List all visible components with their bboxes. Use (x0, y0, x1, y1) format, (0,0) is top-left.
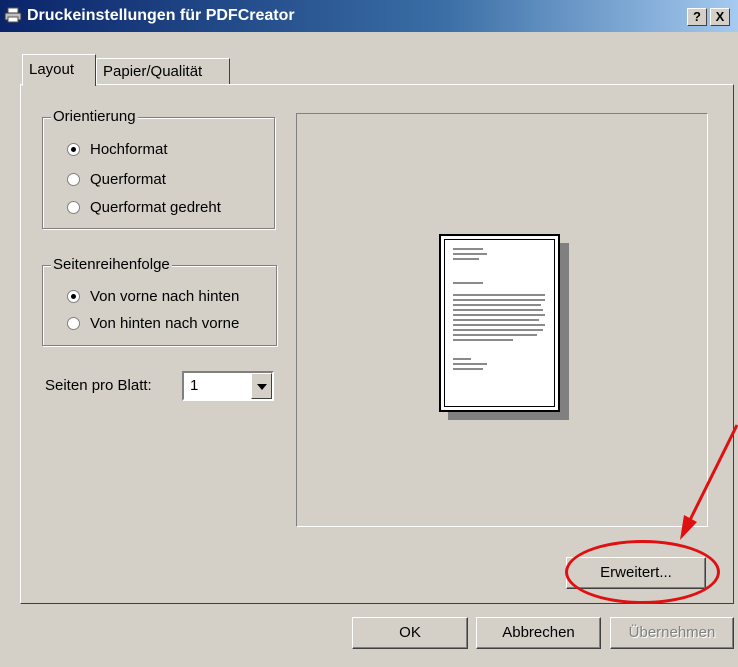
preview-text-line (453, 309, 543, 311)
radio-portrait-indicator (67, 143, 80, 156)
tab-paper-quality-label: Papier/Qualität (103, 63, 203, 80)
page-order-group: Seitenreihenfolge (42, 256, 277, 346)
preview-text-line (453, 294, 545, 296)
pages-per-sheet-value: 1 (190, 377, 199, 394)
preview-text-line (453, 258, 479, 260)
printer-icon (4, 7, 22, 23)
ok-button[interactable]: OK (352, 617, 468, 649)
radio-back-to-front-label: Von hinten nach vorne (90, 315, 240, 332)
tab-layout[interactable]: Layout (22, 54, 96, 86)
radio-landscape-rotated-indicator (67, 201, 80, 214)
preview-text-line (453, 314, 545, 316)
preview-text-line (453, 253, 487, 255)
preview-text-line (453, 319, 539, 321)
preview-page-content (444, 239, 555, 407)
annotation-ellipse (565, 540, 720, 604)
chevron-down-icon[interactable] (251, 373, 272, 399)
window-title: Druckeinstellungen für PDFCreator (27, 7, 295, 24)
preview-text-line (453, 299, 545, 301)
preview-text-line (453, 282, 483, 284)
preview-page (439, 234, 560, 412)
apply-button[interactable]: Übernehmen (610, 617, 734, 649)
pages-per-sheet-select[interactable]: 1 (182, 371, 274, 401)
preview-text-line (453, 339, 513, 341)
preview-text-line (453, 248, 483, 250)
page-order-group-title: Seitenreihenfolge (51, 256, 172, 273)
orientation-group-title: Orientierung (51, 108, 138, 125)
title-bar[interactable]: Druckeinstellungen für PDFCreator ? X (0, 0, 738, 32)
help-button[interactable]: ? (687, 8, 707, 26)
tab-paper-quality[interactable]: Papier/Qualität (96, 58, 230, 84)
radio-front-to-back-label: Von vorne nach hinten (90, 288, 240, 305)
preview-text-line (453, 329, 543, 331)
tab-layout-label: Layout (29, 61, 75, 78)
preview-text-line (453, 363, 487, 365)
preview-text-line (453, 368, 483, 370)
radio-back-to-front-indicator (67, 317, 80, 330)
radio-portrait-label: Hochformat (90, 141, 168, 158)
preview-text-line (453, 358, 471, 360)
cancel-button[interactable]: Abbrechen (476, 617, 601, 649)
radio-landscape-indicator (67, 173, 80, 186)
radio-front-to-back-indicator (67, 290, 80, 303)
preview-text-line (453, 304, 541, 306)
radio-landscape-rotated-label: Querformat gedreht (90, 199, 221, 216)
close-button[interactable]: X (710, 8, 730, 26)
preview-text-line (453, 324, 545, 326)
pages-per-sheet-label: Seiten pro Blatt: (45, 377, 152, 394)
radio-landscape-label: Querformat (90, 171, 166, 188)
preview-text-line (453, 334, 537, 336)
